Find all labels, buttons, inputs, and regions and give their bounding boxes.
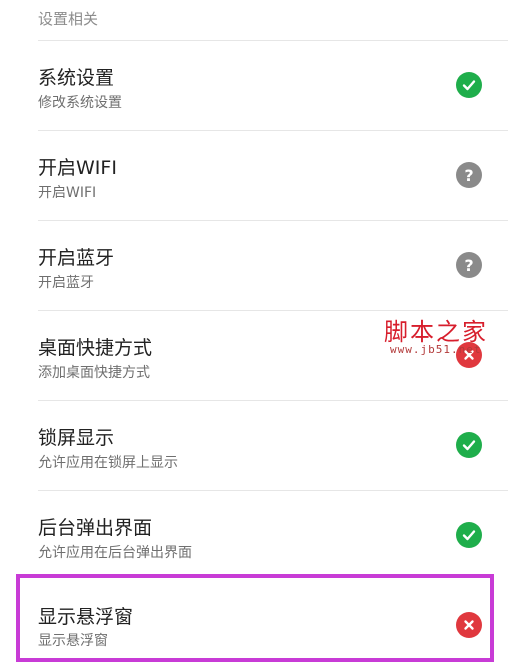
section-header: 设置相关 bbox=[38, 10, 99, 28]
item-subtitle: 添加桌面快捷方式 bbox=[38, 365, 150, 381]
item-subtitle: 开启WIFI bbox=[38, 185, 97, 201]
item-title: 锁屏显示 bbox=[38, 427, 115, 449]
item-subtitle: 允许应用在后台弹出界面 bbox=[38, 545, 192, 561]
check-icon[interactable] bbox=[456, 432, 482, 458]
setting-item-bluetooth[interactable]: 开启蓝牙 开启蓝牙 ? bbox=[0, 220, 520, 310]
item-subtitle: 修改系统设置 bbox=[38, 95, 122, 111]
item-title: 开启蓝牙 bbox=[38, 247, 115, 269]
setting-item-system-settings[interactable]: 系统设置 修改系统设置 bbox=[0, 40, 520, 130]
item-title: 桌面快捷方式 bbox=[38, 337, 153, 359]
question-icon[interactable]: ? bbox=[456, 162, 482, 188]
check-icon[interactable] bbox=[456, 522, 482, 548]
close-icon[interactable] bbox=[456, 342, 482, 368]
check-icon[interactable] bbox=[456, 72, 482, 98]
setting-item-background-popup[interactable]: 后台弹出界面 允许应用在后台弹出界面 bbox=[0, 490, 520, 580]
question-icon[interactable]: ? bbox=[456, 252, 482, 278]
setting-item-desktop-shortcut[interactable]: 桌面快捷方式 添加桌面快捷方式 bbox=[0, 310, 520, 400]
item-title: 后台弹出界面 bbox=[38, 517, 153, 539]
item-subtitle: 允许应用在锁屏上显示 bbox=[38, 455, 178, 471]
setting-item-wifi[interactable]: 开启WIFI 开启WIFI ? bbox=[0, 130, 520, 220]
item-title: 开启WIFI bbox=[38, 157, 117, 179]
highlight-box bbox=[16, 574, 494, 662]
item-title: 系统设置 bbox=[38, 67, 115, 89]
setting-item-lock-screen-display[interactable]: 锁屏显示 允许应用在锁屏上显示 bbox=[0, 400, 520, 490]
item-subtitle: 开启蓝牙 bbox=[38, 275, 94, 291]
permission-settings-screen: 设置相关 系统设置 修改系统设置 开启WIFI 开启WIFI ? 开启蓝牙 开启… bbox=[0, 0, 520, 670]
